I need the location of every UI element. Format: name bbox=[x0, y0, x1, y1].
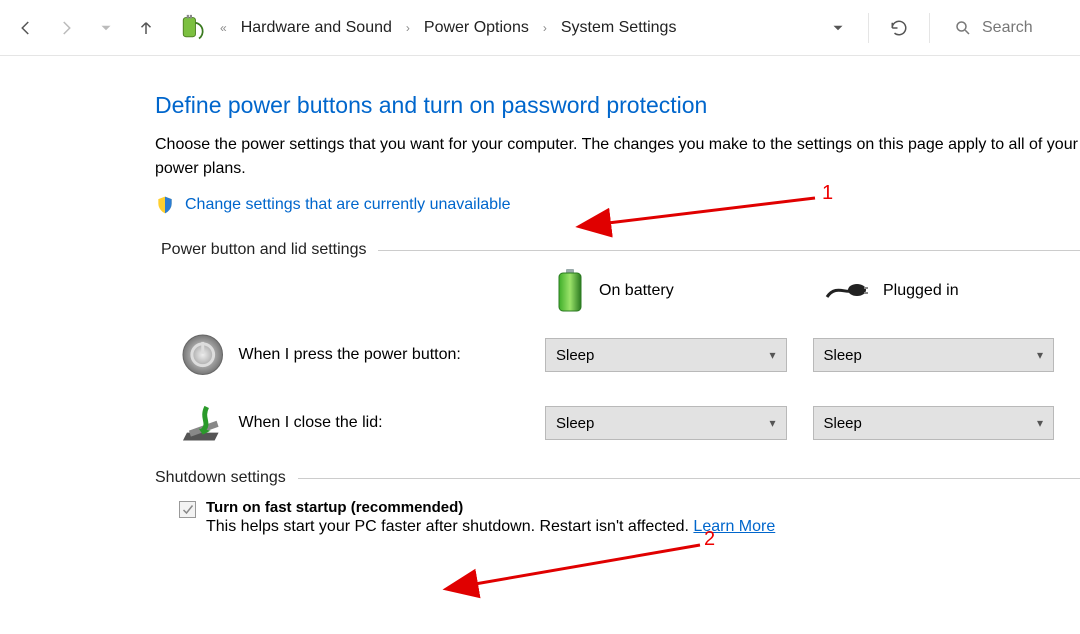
learn-more-link[interactable]: Learn More bbox=[693, 518, 775, 535]
chevron-down-icon: ▾ bbox=[769, 416, 775, 430]
row-label: When I close the lid: bbox=[239, 414, 546, 432]
row-label: When I press the power button: bbox=[239, 346, 546, 364]
main-content: Define power buttons and turn on passwor… bbox=[0, 56, 1080, 536]
select-value: Sleep bbox=[824, 415, 862, 432]
column-label: On battery bbox=[599, 282, 674, 300]
power-options-icon bbox=[178, 14, 206, 42]
battery-icon bbox=[555, 269, 585, 313]
column-plugged-in: Plugged in bbox=[825, 279, 1075, 303]
breadcrumb-expand-button[interactable] bbox=[820, 10, 856, 46]
chevron-down-icon: ▾ bbox=[769, 348, 775, 362]
back-button[interactable] bbox=[8, 10, 44, 46]
chevron-down-icon: ▾ bbox=[1037, 416, 1043, 430]
select-value: Sleep bbox=[824, 347, 862, 364]
up-button[interactable] bbox=[128, 10, 164, 46]
chevron-right-icon: › bbox=[400, 21, 416, 35]
plug-icon bbox=[825, 279, 869, 303]
breadcrumb[interactable]: Hardware and Sound › Power Options › Sys… bbox=[237, 15, 816, 41]
breadcrumb-item[interactable]: Power Options bbox=[420, 15, 533, 41]
chevron-left-icon: « bbox=[214, 21, 233, 35]
power-button-plugged-select[interactable]: Sleep ▾ bbox=[813, 338, 1055, 372]
change-unavailable-settings-link[interactable]: Change settings that are currently unava… bbox=[185, 196, 511, 214]
fast-startup-label: Turn on fast startup (recommended) bbox=[206, 499, 463, 516]
breadcrumb-item[interactable]: System Settings bbox=[557, 15, 681, 41]
section-shutdown: Shutdown settings bbox=[155, 469, 1080, 487]
explorer-navbar: « Hardware and Sound › Power Options › S… bbox=[0, 0, 1080, 56]
divider bbox=[298, 478, 1080, 479]
column-label: Plugged in bbox=[883, 282, 959, 300]
section-power-lid: Power button and lid settings bbox=[161, 241, 1080, 259]
column-on-battery: On battery bbox=[555, 269, 825, 313]
refresh-button[interactable] bbox=[881, 10, 917, 46]
power-button-icon bbox=[181, 333, 225, 377]
search-input[interactable]: Search bbox=[942, 19, 1072, 37]
row-power-button: When I press the power button: Sleep ▾ S… bbox=[155, 333, 1080, 377]
search-placeholder: Search bbox=[982, 19, 1033, 37]
chevron-right-icon: › bbox=[537, 21, 553, 35]
select-value: Sleep bbox=[556, 415, 594, 432]
fast-startup-checkbox[interactable] bbox=[179, 501, 196, 518]
shield-icon bbox=[155, 195, 175, 215]
close-lid-plugged-select[interactable]: Sleep ▾ bbox=[813, 406, 1055, 440]
page-title: Define power buttons and turn on passwor… bbox=[155, 92, 1080, 119]
select-value: Sleep bbox=[556, 347, 594, 364]
breadcrumb-item[interactable]: Hardware and Sound bbox=[237, 15, 396, 41]
chevron-down-icon: ▾ bbox=[1037, 348, 1043, 362]
forward-button[interactable] bbox=[48, 10, 84, 46]
close-lid-battery-select[interactable]: Sleep ▾ bbox=[545, 406, 787, 440]
search-icon bbox=[954, 19, 972, 37]
section-label-text: Power button and lid settings bbox=[161, 241, 366, 259]
recent-locations-button[interactable] bbox=[88, 10, 124, 46]
divider bbox=[868, 13, 869, 43]
page-description: Choose the power settings that you want … bbox=[155, 133, 1080, 181]
divider bbox=[378, 250, 1080, 251]
laptop-lid-icon bbox=[181, 401, 225, 445]
power-button-battery-select[interactable]: Sleep ▾ bbox=[545, 338, 787, 372]
fast-startup-desc: This helps start your PC faster after sh… bbox=[206, 518, 693, 535]
row-close-lid: When I close the lid: Sleep ▾ Sleep ▾ bbox=[155, 401, 1080, 445]
section-label-text: Shutdown settings bbox=[155, 469, 286, 487]
divider bbox=[929, 13, 930, 43]
